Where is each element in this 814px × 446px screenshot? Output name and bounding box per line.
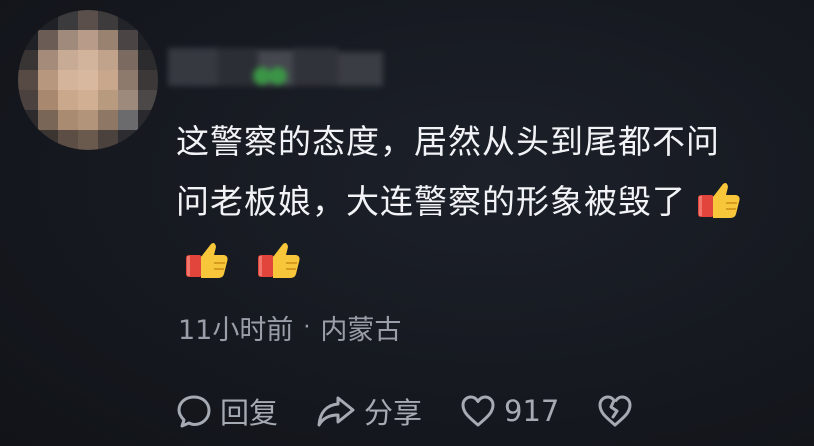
comment-line-2: 问老板娘，大连警察的形象被毁了 <box>176 172 786 232</box>
dislike-button[interactable] <box>597 394 633 428</box>
comment-bubble-icon <box>177 395 211 428</box>
reply-button[interactable]: 回复 <box>176 390 278 432</box>
avatar[interactable] <box>18 10 158 150</box>
comment-actions: 回复 分享 917 <box>176 390 671 432</box>
reply-label: 回复 <box>220 396 279 430</box>
meta-separator: · <box>303 315 311 340</box>
timestamp: 11小时前 <box>178 315 294 346</box>
comment-line-3 <box>176 232 786 292</box>
comment-line-2-text: 问老板娘，大连警察的形象被毁了 <box>176 182 686 221</box>
comment-body: 这警察的态度，居然从头到尾都不问 问老板娘，大连警察的形象被毁了 <box>176 112 786 292</box>
like-button[interactable]: 917 <box>460 394 559 428</box>
username-blurred[interactable] <box>168 48 383 86</box>
thumbs-up-icon <box>256 240 302 280</box>
share-button[interactable]: 分享 <box>316 390 422 432</box>
comment-line-1: 这警察的态度，居然从头到尾都不问 <box>176 122 720 161</box>
share-label: 分享 <box>364 396 423 430</box>
broken-heart-icon <box>598 395 632 427</box>
comment-meta: 11小时前 · 内蒙古 <box>178 308 401 347</box>
comment-screen: 这警察的态度，居然从头到尾都不问 问老板娘，大连警察的形象被毁了 11小时前 ·… <box>0 0 814 446</box>
thumbs-up-icon <box>696 180 742 220</box>
location: 内蒙古 <box>320 315 402 346</box>
thumbs-up-icon <box>184 240 230 280</box>
share-arrow-icon <box>317 396 355 427</box>
like-count: 917 <box>504 394 560 428</box>
heart-icon <box>461 395 495 427</box>
